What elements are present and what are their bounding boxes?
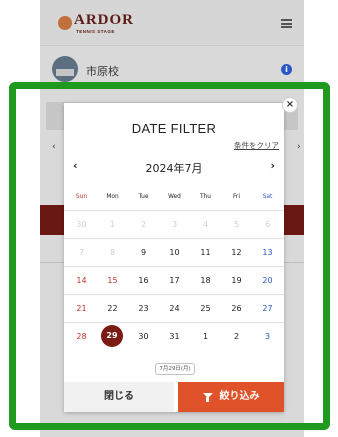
calendar-day: 5 [233, 220, 240, 229]
calendar-week: 30 1 2 3 4 5 6 [64, 210, 284, 238]
calendar-day[interactable]: 15 [97, 267, 128, 295]
school-name: 市原校 [86, 65, 119, 78]
weekday-thu: Thu [200, 192, 211, 200]
calendar-week: 21 22 23 24 25 26 27 [64, 294, 284, 322]
calendar-week: 14 15 16 17 18 19 20 [64, 266, 284, 294]
tennis-ball-icon [58, 16, 72, 30]
weekday-mon: Mon [106, 192, 119, 200]
calendar-grid: 30 1 2 3 4 5 6 7 8 9 10 11 12 13 14 15 1… [64, 210, 284, 352]
weekday-wed: Wed [168, 192, 181, 200]
background-prev-arrow-icon[interactable]: ‹ [52, 142, 56, 152]
calendar-day[interactable]: 13 [252, 239, 283, 267]
month-label: 2024年7月 [145, 162, 203, 175]
calendar-day[interactable]: 28 [66, 323, 97, 351]
selected-date-chip: 7月29日(月) [155, 363, 195, 375]
calendar-day[interactable]: 9 [128, 239, 159, 267]
calendar-day[interactable]: 11 [190, 239, 221, 267]
calendar-day[interactable]: 12 [221, 239, 252, 267]
calendar-day[interactable]: 1 [190, 323, 221, 351]
calendar-week: 7 8 9 10 11 12 13 [64, 238, 284, 266]
calendar-day: 1 [109, 220, 116, 229]
calendar-day[interactable]: 2 [221, 323, 252, 351]
calendar-day: 4 [202, 220, 209, 229]
logo-subtitle: TENNIS STAGE [76, 29, 115, 34]
calendar-week: 28 29 30 31 1 2 3 [64, 322, 284, 350]
hamburger-menu-icon[interactable] [281, 19, 292, 28]
info-icon[interactable]: i [281, 64, 292, 75]
calendar-day[interactable]: 10 [159, 239, 190, 267]
calendar-day: 8 [109, 248, 116, 257]
calendar-day[interactable]: 21 [66, 295, 97, 323]
calendar-day[interactable]: 24 [159, 295, 190, 323]
calendar-day[interactable]: 14 [66, 267, 97, 295]
next-month-icon[interactable]: › [270, 159, 275, 172]
calendar-day[interactable]: 22 [97, 295, 128, 323]
calendar-day: 2 [140, 220, 147, 229]
calendar-day[interactable]: 23 [128, 295, 159, 323]
brand-logo[interactable]: ARDOR TENNIS STAGE [58, 12, 138, 38]
school-avatar [52, 56, 78, 82]
weekday-sat: Sat [262, 192, 273, 200]
selected-day-marker[interactable]: 29 [101, 325, 123, 347]
calendar-day[interactable]: 3 [252, 323, 283, 351]
calendar-day: 7 [78, 248, 85, 257]
calendar-day[interactable]: 16 [128, 267, 159, 295]
calendar-day: 30 [76, 220, 87, 229]
filter-funnel-icon [202, 393, 213, 402]
calendar-day[interactable]: 26 [221, 295, 252, 323]
close-icon[interactable]: × [282, 97, 298, 113]
app-header: ARDOR TENNIS STAGE [40, 0, 304, 46]
calendar-day[interactable]: 18 [190, 267, 221, 295]
calendar-day[interactable]: 17 [159, 267, 190, 295]
calendar-day[interactable]: 19 [221, 267, 252, 295]
calendar-day[interactable]: 27 [252, 295, 283, 323]
weekday-tue: Tue [138, 192, 149, 200]
filter-button-label: 絞り込み [219, 391, 260, 402]
weekday-sun: Sun [75, 192, 88, 200]
calendar-day[interactable]: 20 [252, 267, 283, 295]
calendar-day[interactable]: 30 [128, 323, 159, 351]
background-next-arrow-icon[interactable]: › [297, 142, 301, 152]
weekday-fri: Fri [233, 192, 240, 200]
calendar-day[interactable]: 25 [190, 295, 221, 323]
modal-title: DATE FILTER [131, 121, 217, 136]
calendar-day-selected[interactable]: 29 [97, 323, 128, 351]
weekday-header: Sun Mon Tue Wed Thu Fri Sat [64, 192, 284, 206]
clear-filter-link[interactable]: 条件をクリア [234, 140, 279, 151]
calendar-day[interactable]: 31 [159, 323, 190, 351]
logo-text: ARDOR [74, 12, 134, 28]
close-button[interactable]: 閉じる [64, 382, 174, 412]
calendar-day: 6 [264, 220, 271, 229]
date-filter-modal: DATE FILTER 条件をクリア ‹ 2024年7月 › Sun Mon T… [64, 103, 284, 412]
calendar-day: 3 [171, 220, 178, 229]
filter-button[interactable]: 絞り込み [178, 382, 284, 412]
